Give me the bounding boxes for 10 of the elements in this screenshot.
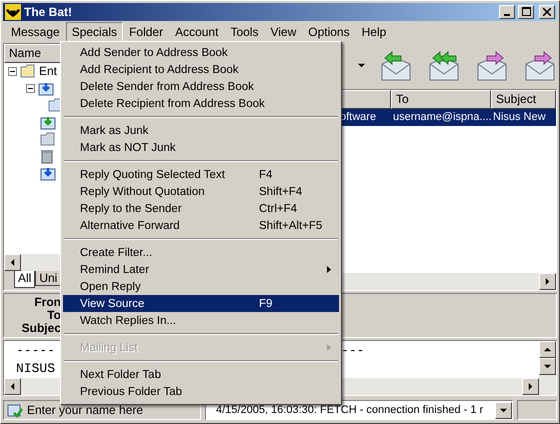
placeholder-text: Enter your name here	[27, 403, 144, 418]
table-cell-text: Nisus New	[492, 111, 547, 124]
field-label: To	[46, 309, 61, 322]
window-title: The Bat!	[24, 4, 73, 19]
body-text: NISUS	[16, 360, 56, 376]
body-text: ---	[341, 342, 364, 358]
table-cell-text: username@ispna....	[392, 111, 491, 124]
field-label: Subjec	[20, 322, 61, 335]
body-text: -----	[16, 342, 56, 358]
field-label: Fron	[33, 296, 61, 309]
